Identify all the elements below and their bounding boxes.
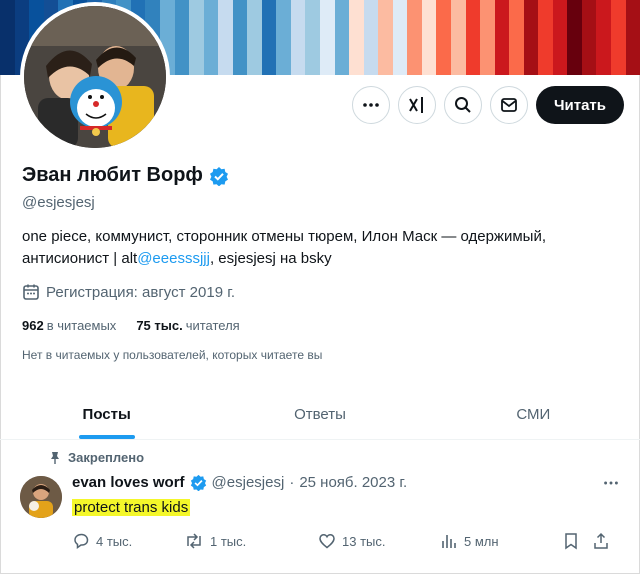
banner-stripe [494, 0, 510, 75]
profile-actions: Читать [351, 86, 624, 124]
tweet-header: evan loves worf @esjesjesj · 25 нояб. 20… [72, 474, 407, 491]
tab-replies[interactable]: Ответы [213, 386, 426, 439]
banner-stripe [480, 0, 495, 75]
banner-stripe [218, 0, 233, 75]
pin-icon [51, 451, 59, 464]
profile-tabs: Посты Ответы СМИ [0, 386, 640, 440]
share-action[interactable] [592, 532, 622, 550]
banner-stripe [320, 0, 335, 75]
share-icon [594, 532, 608, 549]
tweet-text: protect trans kids [72, 499, 191, 516]
banner-stripe [567, 0, 582, 75]
follow-button[interactable]: Читать [535, 86, 624, 124]
banner-stripe [247, 0, 262, 75]
joined-text: Регистрация: август 2019 г. [46, 283, 236, 301]
followers-you-know-note: Нет в читаемых у пользователей, которых … [22, 348, 323, 362]
profile-handle: @esjesjesj [22, 194, 95, 211]
banner-stripe [203, 0, 219, 75]
tweet-actions-bar: 4 тыс. 1 тыс. 13 тыс. 5 млн [72, 532, 622, 550]
grok-button[interactable] [397, 86, 436, 124]
profile-name-row: Эван любит Ворф [22, 164, 229, 187]
repost-count: 1 тыс. [210, 533, 247, 549]
more-button[interactable] [351, 86, 390, 124]
tweet-more-button[interactable] [602, 474, 620, 492]
search-button[interactable] [443, 86, 482, 124]
like-count: 13 тыс. [342, 533, 386, 549]
banner-stripe [378, 0, 393, 75]
profile-avatar[interactable] [20, 2, 170, 152]
bookmark-icon [565, 533, 577, 550]
banner-stripe [276, 0, 291, 75]
tweet-author-avatar[interactable] [20, 476, 62, 518]
followers-count: 75 тыс. [136, 318, 183, 333]
banner-stripe [421, 0, 437, 75]
calendar-icon [23, 284, 39, 300]
tab-media[interactable]: СМИ [427, 386, 640, 439]
banner-stripe [407, 0, 422, 75]
display-name: Эван любит Ворф [22, 164, 203, 186]
followers-label: читателя [185, 318, 240, 333]
like-action[interactable]: 13 тыс. [318, 532, 440, 550]
mail-icon [501, 98, 517, 112]
reply-icon [74, 533, 89, 549]
tweet-date[interactable]: 25 нояб. 2023 г. [299, 474, 407, 491]
views-icon [442, 535, 456, 548]
views-count: 5 млн [464, 533, 499, 549]
banner-stripe [349, 0, 364, 75]
tweet-author-handle[interactable]: @esjesjesj [212, 474, 285, 491]
banner-stripe [232, 0, 248, 75]
banner-stripe [436, 0, 451, 75]
reply-action[interactable]: 4 тыс. [72, 532, 184, 550]
joined-date: Регистрация: август 2019 г. [22, 283, 235, 301]
more-icon [363, 103, 379, 107]
banner-stripe [581, 0, 597, 75]
tab-posts[interactable]: Посты [0, 386, 213, 439]
following-label: в читаемых [46, 318, 117, 333]
views-action[interactable]: 5 млн [440, 532, 562, 550]
profile-bio: one piece, коммунист, сторонник отмены т… [22, 226, 612, 270]
reply-count: 4 тыс. [96, 533, 133, 549]
banner-stripe [174, 0, 190, 75]
banner-stripe [450, 0, 466, 75]
banner-stripe [392, 0, 408, 75]
verified-badge-icon[interactable] [190, 474, 207, 491]
banner-stripe [552, 0, 568, 75]
banner-stripe [523, 0, 539, 75]
bookmark-action[interactable] [562, 532, 592, 550]
tweet-meta-separator: · [289, 474, 295, 491]
following-stat[interactable]: 962 в читаемых [22, 318, 116, 333]
banner-stripe [189, 0, 204, 75]
banner-stripe [465, 0, 481, 75]
bio-text-end: , esjesjesj на bsky [209, 250, 332, 267]
message-button[interactable] [489, 86, 528, 124]
followers-stat[interactable]: 75 тыс. читателя [136, 318, 239, 333]
grok-icon [409, 97, 423, 113]
banner-stripe [290, 0, 306, 75]
more-icon [604, 481, 618, 485]
banner-stripe [596, 0, 611, 75]
banner-stripe [305, 0, 321, 75]
verified-badge-icon[interactable] [209, 166, 229, 186]
banner-stripe [0, 0, 15, 75]
repost-action[interactable]: 1 тыс. [184, 532, 318, 550]
tweet-author-name[interactable]: evan loves worf [72, 474, 185, 491]
search-icon [454, 97, 471, 113]
banner-stripe [509, 0, 524, 75]
banner-stripe [610, 0, 626, 75]
banner-stripe [334, 0, 350, 75]
banner-stripe [538, 0, 553, 75]
banner-stripe [363, 0, 379, 75]
bio-alt-link[interactable]: @eeesssjjj [137, 250, 210, 267]
pinned-indicator: Закреплено [48, 450, 144, 465]
banner-stripe [261, 0, 277, 75]
pinned-label: Закреплено [68, 450, 145, 465]
banner-stripe [625, 0, 640, 75]
profile-stats: 962 в читаемых 75 тыс. читателя [22, 318, 240, 333]
repost-icon [187, 533, 201, 549]
following-count: 962 [22, 318, 44, 333]
heart-icon [319, 534, 335, 549]
